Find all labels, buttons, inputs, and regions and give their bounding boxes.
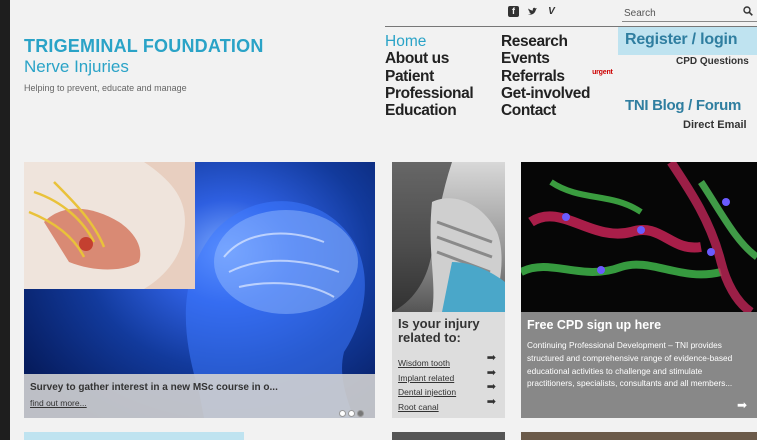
cpd-questions-link[interactable]: CPD Questions <box>676 56 749 67</box>
magnifier-shape <box>743 6 753 16</box>
cells-shape <box>521 162 757 312</box>
hero-carousel[interactable]: Survey to gather interest in a new MSc c… <box>24 162 375 418</box>
register-login-label: Register / login <box>625 31 738 48</box>
bottom-tile <box>392 432 505 440</box>
nav-referrals[interactable]: Referrals <box>501 68 590 85</box>
cells-microscopy-photo <box>521 162 757 312</box>
nav-research[interactable]: Research <box>501 33 590 50</box>
root-canal-link[interactable]: Root canal <box>398 402 439 412</box>
twitter-icon[interactable] <box>527 6 538 17</box>
bottom-tile <box>521 432 757 440</box>
dental-injection-link[interactable]: Dental injection <box>398 387 456 397</box>
arrow-right-icon[interactable]: ➡ <box>487 380 496 393</box>
face-pain-photo <box>392 162 505 312</box>
injury-links: Wisdom tooth ➡ Implant related ➡ Dental … <box>398 351 500 412</box>
injury-link-row[interactable]: Wisdom tooth ➡ <box>398 351 500 368</box>
twitter-bird-shape <box>528 7 537 15</box>
cpd-card-title[interactable]: Free CPD sign up here <box>527 318 661 332</box>
main-nav-column-1: Home About us Patient Professional Educa… <box>385 33 474 119</box>
page: TRIGEMINAL FOUNDATION Nerve Injuries Hel… <box>10 0 757 440</box>
wisdom-tooth-link[interactable]: Wisdom tooth <box>398 358 450 368</box>
arrow-right-icon[interactable]: ➡ <box>737 398 747 412</box>
injury-card: Is your injury related to: Wisdom tooth … <box>392 162 505 418</box>
search-bar <box>622 5 757 22</box>
injury-title-line1: Is your injury <box>398 316 480 331</box>
search-icon[interactable] <box>743 6 753 19</box>
carousel-dot-active[interactable] <box>357 410 364 417</box>
search-input[interactable] <box>624 6 736 20</box>
injury-link-row[interactable]: Dental injection ➡ <box>398 380 500 397</box>
arrow-right-icon[interactable]: ➡ <box>487 351 496 364</box>
cpd-card-description: Continuing Professional Development – TN… <box>527 340 733 389</box>
direct-email-link[interactable]: Direct Email <box>683 119 747 131</box>
bottom-tile <box>24 432 244 440</box>
nav-events[interactable]: Events <box>501 50 590 67</box>
injury-link-row[interactable]: Root canal ➡ <box>398 395 500 412</box>
anatomy-drawing-shape <box>24 162 195 289</box>
site-subtitle: Nerve Injuries <box>24 57 129 76</box>
site-tagline: Helping to prevent, educate and manage <box>24 83 187 93</box>
nav-professional[interactable]: Professional <box>385 85 474 102</box>
injury-title-line2: related to: <box>398 330 461 345</box>
nav-home[interactable]: Home <box>385 33 473 50</box>
injury-card-title: Is your injury related to: <box>398 317 480 345</box>
nav-patient[interactable]: Patient <box>385 68 473 85</box>
facial-nerve-anatomy-image <box>24 162 195 289</box>
carousel-dots <box>337 404 364 418</box>
carousel-caption-title[interactable]: Survey to gather interest in a new MSc c… <box>30 382 278 393</box>
carousel-dot[interactable] <box>339 410 346 417</box>
nav-about-us[interactable]: About us <box>385 50 473 67</box>
vimeo-icon[interactable]: V <box>546 6 557 17</box>
urgent-badge: urgent <box>592 68 613 76</box>
nav-education[interactable]: Education <box>385 102 473 119</box>
site-title[interactable]: TRIGEMINAL FOUNDATION <box>24 36 264 57</box>
register-login-button[interactable]: Register / login <box>618 27 757 55</box>
carousel-dot[interactable] <box>348 410 355 417</box>
arrow-right-icon[interactable]: ➡ <box>487 395 496 408</box>
nav-get-involved[interactable]: Get-involved <box>501 85 590 102</box>
blog-forum-link[interactable]: TNI Blog / Forum <box>625 97 741 114</box>
carousel-find-out-more-link[interactable]: find out more... <box>30 398 87 408</box>
injury-link-row[interactable]: Implant related ➡ <box>398 366 500 383</box>
facebook-icon[interactable]: f <box>508 6 519 17</box>
implant-related-link[interactable]: Implant related <box>398 373 454 383</box>
cpd-card[interactable]: Free CPD sign up here Continuing Profess… <box>521 162 757 418</box>
carousel-caption: Survey to gather interest in a new MSc c… <box>24 374 375 418</box>
arrow-right-icon[interactable]: ➡ <box>487 366 496 379</box>
main-nav-column-2: Research Events Referrals Get-involved C… <box>501 33 590 119</box>
nav-contact[interactable]: Contact <box>501 102 590 119</box>
hand-on-face-shape <box>392 162 505 312</box>
